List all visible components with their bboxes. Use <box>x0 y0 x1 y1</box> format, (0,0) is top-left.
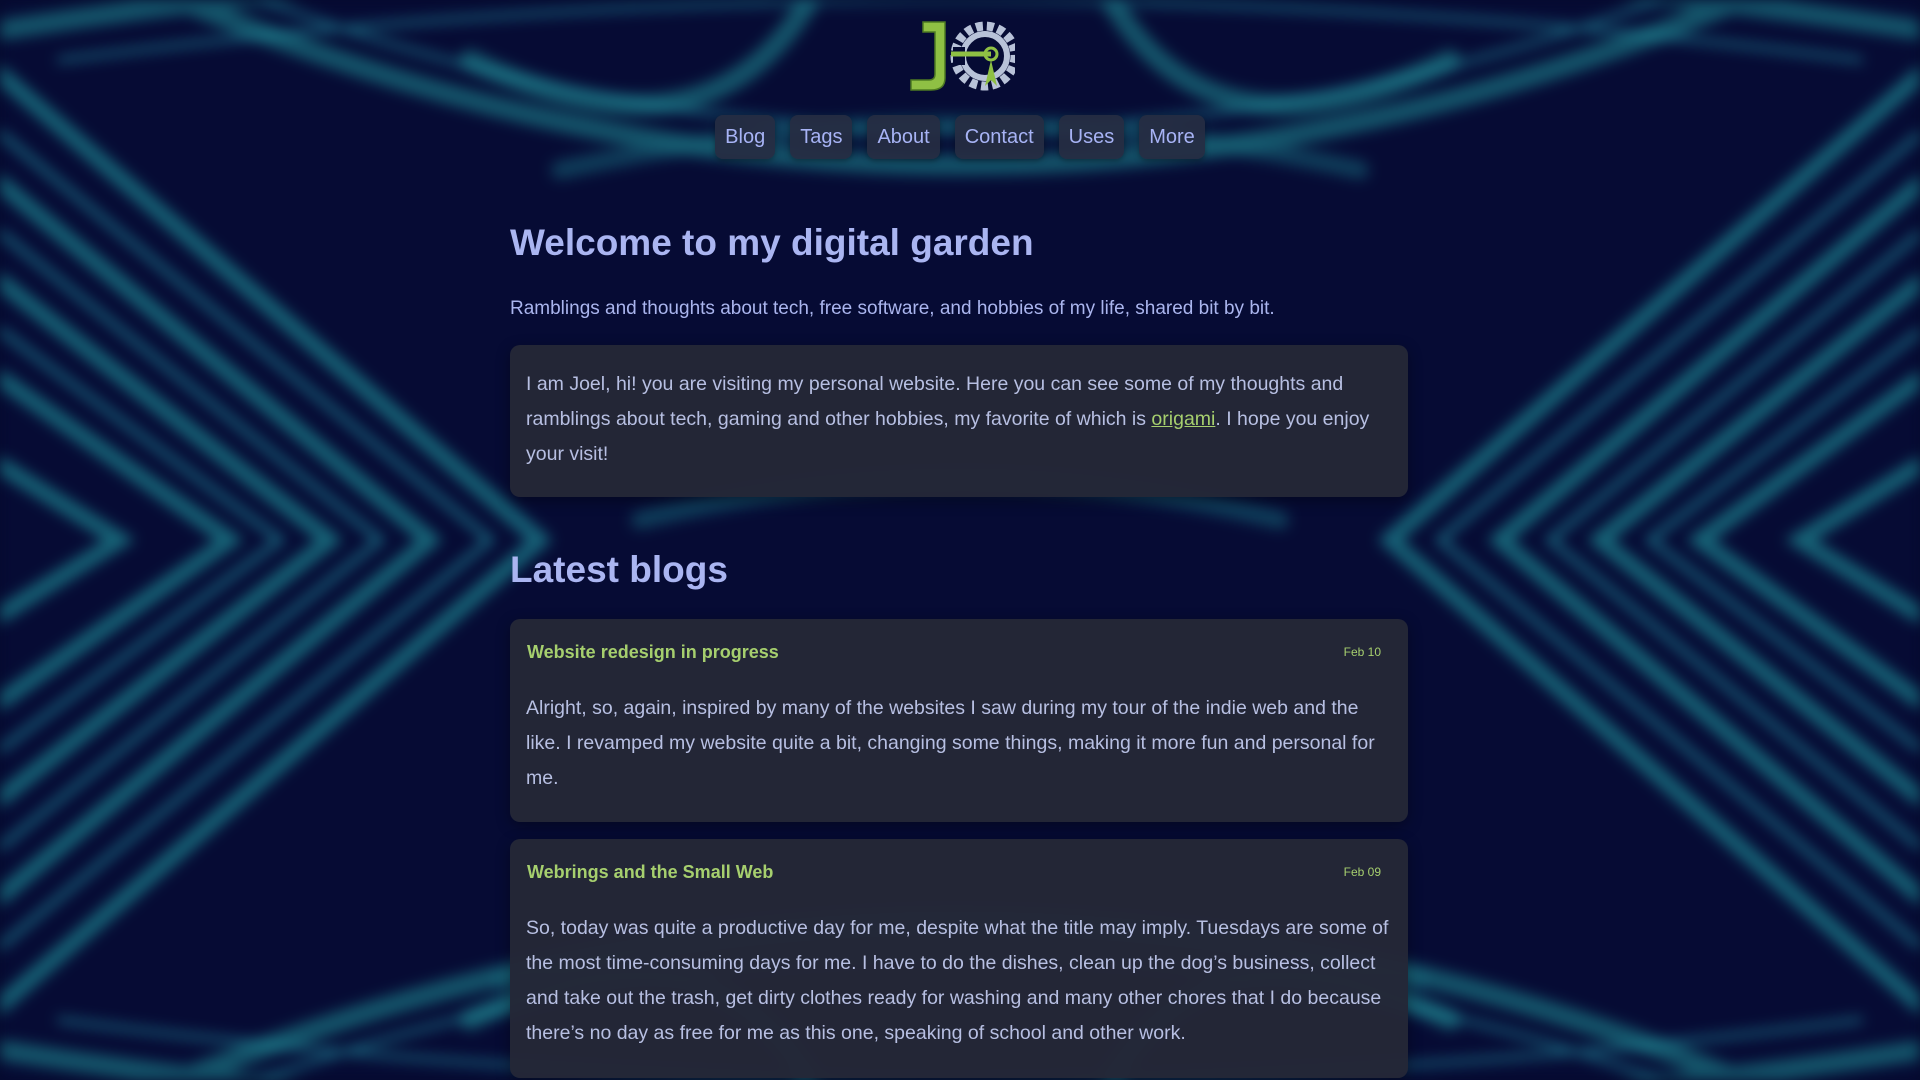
post-excerpt: Alright, so, again, inspired by many of … <box>526 697 1375 789</box>
page-title: Welcome to my digital garden <box>510 222 1034 263</box>
post-header: Webrings and the Small Web Feb 09 <box>526 839 1392 883</box>
blog-post-card: Website redesign in progress Feb 10 Alri… <box>510 619 1408 822</box>
nav-tags-button[interactable]: Tags <box>790 115 853 159</box>
post-header: Website redesign in progress Feb 10 <box>526 619 1392 663</box>
blog-post-card: Webrings and the Small Web Feb 09 So, to… <box>510 839 1408 1078</box>
page: Blog Tags About Contact Uses More Welcom… <box>0 0 1920 1080</box>
latest-blogs-heading: Latest blogs <box>510 549 728 590</box>
intro-card: I am Joel, hi! you are visiting my perso… <box>510 345 1408 497</box>
jg-gear-logo-icon[interactable] <box>905 14 1015 96</box>
intro-text: I am Joel, hi! you are visiting my perso… <box>526 367 1392 472</box>
origami-link[interactable]: origami <box>1151 408 1215 430</box>
post-excerpt: So, today was quite a productive day for… <box>526 917 1389 1044</box>
nav-uses-button[interactable]: Uses <box>1058 115 1125 159</box>
page-subtitle: Ramblings and thoughts about tech, free … <box>510 298 1275 319</box>
nav-blog-button[interactable]: Blog <box>715 115 776 159</box>
nav-more-button[interactable]: More <box>1139 115 1205 159</box>
post-date: Feb 10 <box>1343 645 1381 659</box>
post-title-link[interactable]: Webrings and the Small Web <box>527 861 773 883</box>
post-title-link[interactable]: Website redesign in progress <box>527 641 779 663</box>
nav-about-button[interactable]: About <box>867 115 940 159</box>
post-date: Feb 09 <box>1343 865 1381 879</box>
main-nav: Blog Tags About Contact Uses More <box>0 115 1920 159</box>
nav-contact-button[interactable]: Contact <box>954 115 1044 159</box>
